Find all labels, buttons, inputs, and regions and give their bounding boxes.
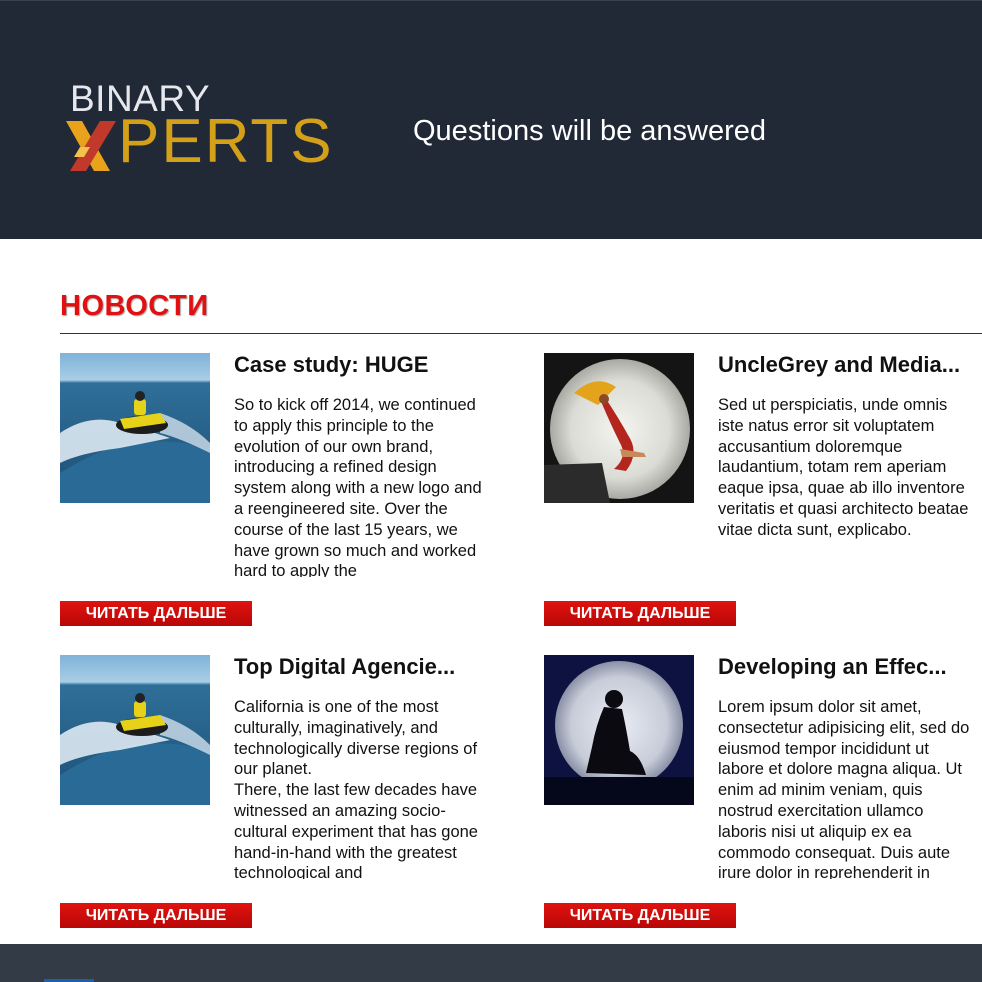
news-card: Top Digital Agencie... California is one… bbox=[60, 653, 500, 935]
article-excerpt: Sed ut perspiciatis, unde omnis iste nat… bbox=[718, 396, 969, 539]
article-title[interactable]: UncleGrey and Media... bbox=[718, 351, 978, 379]
jet-ski-icon bbox=[60, 655, 210, 805]
article-thumbnail[interactable] bbox=[544, 353, 694, 503]
section-divider bbox=[60, 333, 982, 334]
article-thumbnail[interactable] bbox=[544, 655, 694, 805]
read-more-button[interactable]: ЧИТАТЬ ДАЛЬШЕ bbox=[60, 601, 252, 626]
binary-xperts-logo[interactable]: BINARY PERTS bbox=[60, 79, 332, 179]
jet-ski-icon bbox=[60, 353, 210, 503]
moon-silhouette-icon bbox=[544, 655, 694, 805]
article-title[interactable]: Developing an Effec... bbox=[718, 653, 978, 681]
news-card: UncleGrey and Media... Sed ut perspiciat… bbox=[544, 351, 982, 633]
moon-woman-umbrella-icon bbox=[544, 353, 694, 503]
site-footer bbox=[0, 944, 982, 982]
read-more-button[interactable]: ЧИТАТЬ ДАЛЬШЕ bbox=[544, 903, 736, 928]
article-excerpt: So to kick off 2014, we continued to app… bbox=[234, 396, 482, 577]
logo-line2: PERTS bbox=[118, 107, 334, 176]
article-thumbnail[interactable] bbox=[60, 353, 210, 503]
header-tagline: Questions will be answered bbox=[413, 115, 767, 147]
article-excerpt: Lorem ipsum dolor sit amet, consectetur … bbox=[718, 698, 970, 879]
news-section-title: НОВОСТИ bbox=[60, 290, 209, 322]
logo-x-icon bbox=[66, 121, 116, 171]
read-more-button[interactable]: ЧИТАТЬ ДАЛЬШЕ bbox=[60, 903, 252, 928]
article-excerpt: California is one of the most culturally… bbox=[234, 698, 478, 879]
read-more-button[interactable]: ЧИТАТЬ ДАЛЬШЕ bbox=[544, 601, 736, 626]
site-header: BINARY PERTS Questions will be answered bbox=[0, 0, 982, 239]
article-title[interactable]: Top Digital Agencie... bbox=[234, 653, 494, 681]
article-thumbnail[interactable] bbox=[60, 655, 210, 805]
news-card: Developing an Effec... Lorem ipsum dolor… bbox=[544, 653, 982, 935]
news-card: Case study: HUGE So to kick off 2014, we… bbox=[60, 351, 500, 633]
article-title[interactable]: Case study: HUGE bbox=[234, 351, 494, 379]
